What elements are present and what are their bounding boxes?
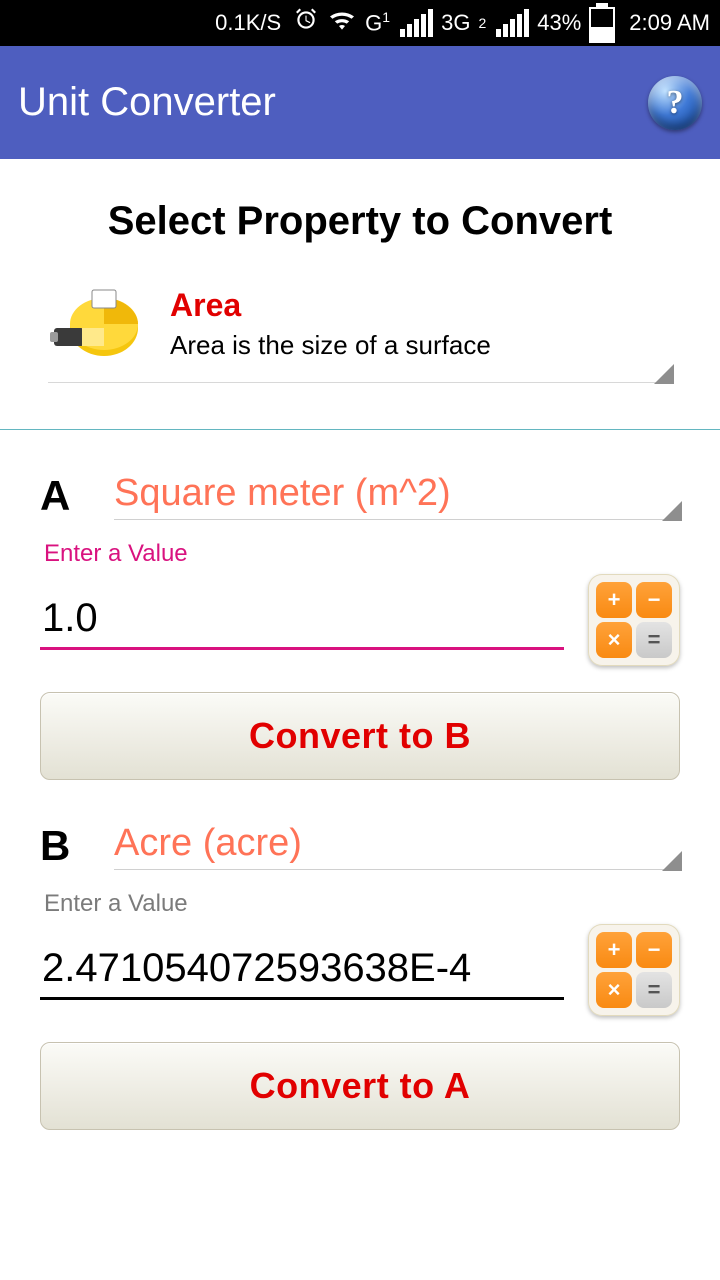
- section-title: Select Property to Convert: [0, 199, 720, 244]
- calculator-button-b[interactable]: + − × =: [588, 924, 680, 1016]
- unit-select-b[interactable]: Acre (acre): [114, 822, 680, 870]
- calculator-button-a[interactable]: + − × =: [588, 574, 680, 666]
- calc-plus-icon: +: [596, 582, 632, 618]
- sim1-label: G1: [365, 9, 390, 36]
- property-text: Area Area is the size of a surface: [170, 287, 491, 361]
- app-title: Unit Converter: [18, 80, 276, 125]
- help-button[interactable]: ?: [648, 76, 702, 130]
- calc-minus-icon: −: [636, 932, 672, 968]
- app-bar: Unit Converter ?: [0, 46, 720, 159]
- wifi-icon: [327, 8, 357, 38]
- sim2-sup: 2: [478, 15, 486, 31]
- network-speed: 0.1K/S: [215, 10, 281, 36]
- unit-b-value: Acre (acre): [114, 822, 680, 865]
- enter-label-a: Enter a Value: [44, 540, 680, 568]
- content: Select Property to Convert Area Area is …: [0, 199, 720, 1130]
- tape-measure-icon: [48, 284, 148, 364]
- calc-plus-icon: +: [596, 932, 632, 968]
- property-description: Area is the size of a surface: [170, 330, 491, 361]
- convert-to-b-button[interactable]: Convert to B: [40, 692, 680, 780]
- status-bar: 0.1K/S G1 3G 2 43% 2:09 AM: [0, 0, 720, 46]
- unit-select-a[interactable]: Square meter (m^2): [114, 472, 680, 520]
- clock-time: 2:09 AM: [629, 10, 710, 36]
- value-input-a[interactable]: [40, 590, 564, 650]
- battery-percent: 43%: [537, 10, 581, 36]
- calc-equals-icon: =: [636, 622, 672, 658]
- property-name: Area: [170, 287, 491, 324]
- conversion-block-a: A Square meter (m^2) Enter a Value + − ×…: [0, 430, 720, 780]
- battery-icon: [589, 3, 615, 43]
- calc-times-icon: ×: [596, 972, 632, 1008]
- calc-times-icon: ×: [596, 622, 632, 658]
- unit-letter-b: B: [40, 822, 84, 870]
- signal-bars-2-icon: [496, 9, 529, 37]
- conversion-block-b: B Acre (acre) Enter a Value + − × = Conv…: [0, 780, 720, 1130]
- unit-a-value: Square meter (m^2): [114, 472, 680, 515]
- value-input-b[interactable]: [40, 940, 564, 1000]
- network-type: 3G: [441, 10, 470, 36]
- help-icon: ?: [667, 84, 684, 122]
- unit-letter-a: A: [40, 472, 84, 520]
- signal-bars-1-icon: [400, 9, 433, 37]
- alarm-icon: [293, 7, 319, 39]
- calc-minus-icon: −: [636, 582, 672, 618]
- calc-equals-icon: =: [636, 972, 672, 1008]
- enter-label-b: Enter a Value: [44, 890, 680, 918]
- convert-to-a-button[interactable]: Convert to A: [40, 1042, 680, 1130]
- property-selector[interactable]: Area Area is the size of a surface: [48, 274, 672, 383]
